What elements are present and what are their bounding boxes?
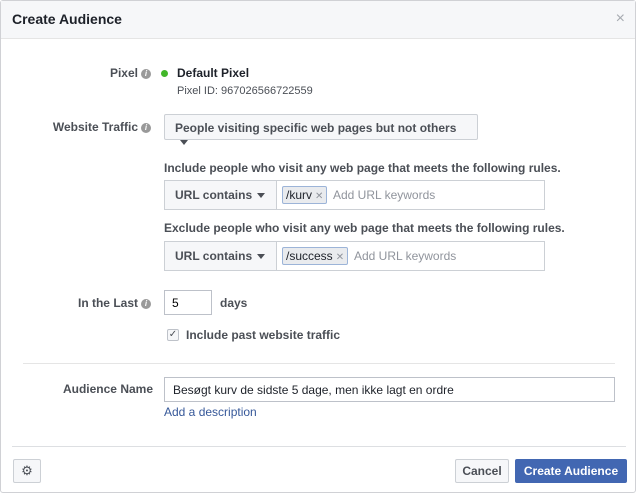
include-past-traffic-checkbox[interactable]: ✓ [167,329,179,341]
website-traffic-label-text: Website Traffic [52,120,138,134]
pixel-label-text: Pixel [109,66,138,80]
create-audience-button[interactable]: Create Audience [515,459,627,483]
info-icon[interactable]: i [141,69,151,79]
exclude-rule-box: URL contains /success ✕ [164,241,545,271]
website-traffic-selected: People visiting specific web pages but n… [175,121,457,135]
remove-token-icon[interactable]: ✕ [336,252,344,263]
exclude-token-label: /success [286,249,333,263]
exclude-url-keywords-input[interactable] [354,247,534,265]
include-operator-dropdown[interactable]: URL contains [165,181,277,209]
pixel-id: Pixel ID: 967026566722559 [177,85,313,97]
settings-button[interactable]: ⚙ [13,459,41,483]
dialog-title: Create Audience [12,11,122,27]
checkmark-icon: ✓ [168,329,178,340]
audience-name-input[interactable] [164,377,615,402]
exclude-url-token: /success ✕ [282,247,349,265]
audience-name-label: Audience Name [62,382,153,396]
close-icon[interactable]: × [616,10,625,28]
include-rule-text: Include people who visit any web page th… [164,161,561,175]
pixel-status-dot [161,70,168,77]
days-unit-label: days [220,296,248,310]
info-icon[interactable]: i [141,123,151,133]
caret-down-icon [257,193,266,198]
retention-days-input[interactable] [164,290,212,315]
exclude-operator-label: URL contains [175,249,253,263]
include-url-token: /kurv ✕ [282,186,328,204]
include-token-label: /kurv [286,188,313,202]
info-icon[interactable]: i [141,299,151,309]
gear-icon: ⚙ [21,463,33,478]
pixel-name: Default Pixel [177,66,250,80]
in-the-last-label: In the Last i [78,296,151,310]
exclude-operator-dropdown[interactable]: URL contains [165,242,277,270]
include-operator-label: URL contains [175,188,253,202]
website-traffic-dropdown[interactable]: People visiting specific web pages but n… [164,114,478,145]
add-description-link[interactable]: Add a description [164,405,257,419]
create-audience-dialog: Create Audience × Pixel i Default Pixel P… [0,0,636,493]
cancel-button[interactable]: Cancel [455,459,509,483]
footer-divider [12,446,626,447]
caret-down-icon [180,140,188,145]
include-url-keywords-input[interactable] [333,186,513,204]
remove-token-icon[interactable]: ✕ [315,191,323,202]
pixel-label: Pixel i [110,66,151,80]
dialog-header: Create Audience × [1,1,635,39]
website-traffic-label: Website Traffic i [53,120,151,134]
include-rule-box: URL contains /kurv ✕ [164,180,545,210]
section-divider [23,363,615,364]
include-past-traffic-label[interactable]: Include past website traffic [186,328,340,342]
caret-down-icon [257,254,266,259]
in-the-last-label-text: In the Last [77,296,138,310]
exclude-rule-text: Exclude people who visit any web page th… [164,221,565,235]
